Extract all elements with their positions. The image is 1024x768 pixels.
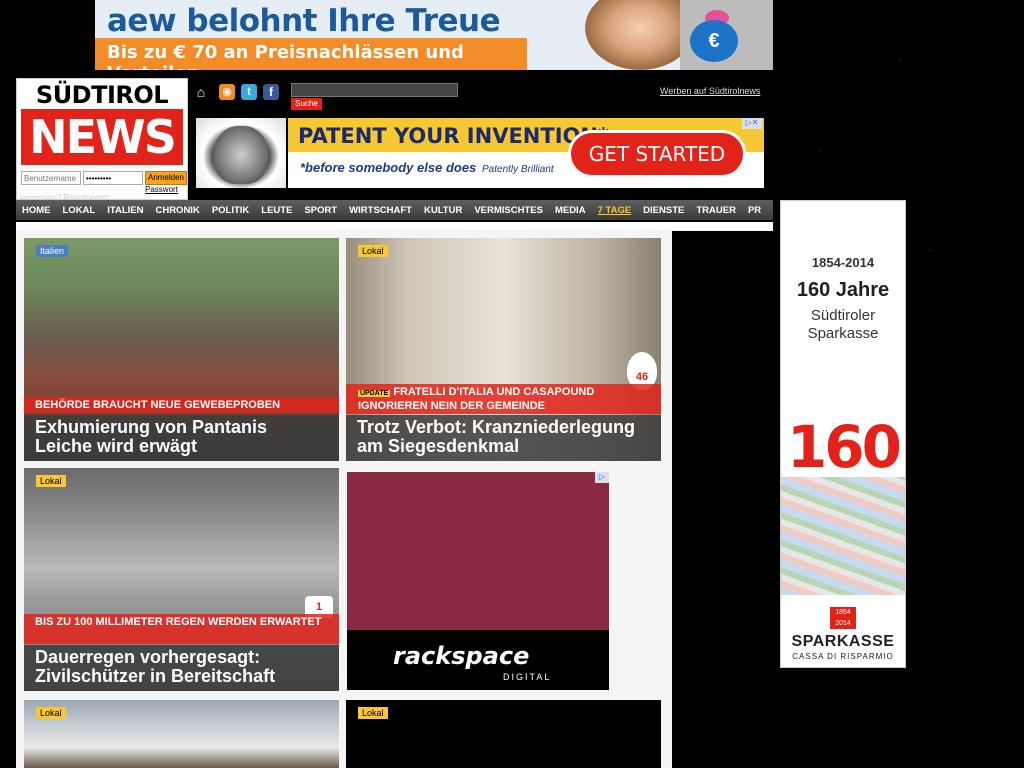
sparkasse-name-line2: Sparkasse [807,325,879,342]
nav-item-dienste[interactable]: DIENSTE [637,205,690,216]
piggy-bank-icon: € [690,20,738,62]
password-forgot-link[interactable]: Passwort [145,185,178,194]
nav-item-kultur[interactable]: KULTUR [418,205,468,216]
nav-item-leute[interactable]: LEUTE [255,205,298,216]
logo-suedtirol[interactable]: SÜDTIROL [17,79,187,109]
sparkasse-logo-sub: CASSA DI RISPARMIO [792,652,894,661]
article-headline[interactable]: Trotz Verbot: Kranzniederlegung am Siege… [346,415,661,461]
nav-item-sport[interactable]: SPORT [298,205,343,216]
site-logo-box: SÜDTIROL NEWS Anmelden Passwort [16,78,188,200]
patent-ad[interactable]: PATENT YOUR INVENTION* *before somebody … [288,118,764,188]
article-headline[interactable]: Exhumierung von Pantanis Leiche wird erw… [24,415,339,461]
content-top-strip [16,222,773,230]
nav-item-home[interactable]: HOME [16,205,57,216]
article-card-5[interactable]: Lokal [346,700,661,768]
home-icon[interactable]: ⌂ [193,84,209,100]
sparkasse-jubilee: 160 Jahre [796,279,890,301]
sidebar-empty [672,231,773,768]
patent-ad-headline: PATENT YOUR INVENTION* [298,124,609,148]
nav-item-wirtschaft[interactable]: WIRTSCHAFT [343,205,418,216]
article-subtitle: UPDATE FRATELLI D'ITALIA UND CASAPOUND IG… [346,384,661,414]
nav-item-trauer[interactable]: TRAUER [690,205,742,216]
adchoices-icon[interactable]: ▷✕ [742,118,762,129]
facebook-icon[interactable]: f [263,84,279,100]
nav-item-italien[interactable]: ITALIEN [101,205,149,216]
banner-subline: Bis zu € 70 an Preisnachlässen und Vorte… [95,38,527,70]
username-input[interactable] [21,171,81,185]
article-card-pantani[interactable]: Italien BEHÖRDE BRAUCHT NEUE GEWEBEPROBE… [24,238,339,461]
search-button[interactable]: Suche [291,98,322,110]
article-image [24,700,339,768]
category-badge[interactable]: Lokal [36,707,66,719]
patent-ad-brand: Patently Brilliant [482,164,554,175]
banner-headline: aew belohnt Ihre Treue [107,3,501,39]
article-subtitle: BIS ZU 100 MILLIMETER REGEN WERDEN ERWAR… [24,614,339,644]
sparkasse-logo: SPARKASSE [791,633,895,650]
nav-item-media[interactable]: MEDIA [549,205,592,216]
logo-news[interactable]: NEWS [21,109,183,165]
sparkasse-big-number: 160 [786,413,902,481]
search-input[interactable] [291,83,458,97]
sparkasse-ad[interactable]: 1854-2014 160 Jahre Südtiroler Sparkasse… [780,200,906,668]
nav-item-lokal[interactable]: LOKAL [57,205,102,216]
nav-item-vermischtes[interactable]: VERMISCHTES [468,205,549,216]
password-input[interactable] [83,171,143,185]
nav-item-politik[interactable]: POLITIK [206,205,255,216]
advertise-link[interactable]: Werben auf Südtirolnews [660,86,760,96]
rackspace-logo: rackspace [393,642,530,670]
sparkasse-badge: 1854 2014 160 [830,607,856,638]
article-subtitle: BEHÖRDE BRAUCHT NEUE GEWEBEPROBEN [24,397,339,413]
article-card-siegesdenkmal[interactable]: Lokal 46 UPDATE FRATELLI D'ITALIA UND CAS… [346,238,661,461]
update-badge: UPDATE [358,390,391,397]
rackspace-ad[interactable]: ▷ rackspace DIGITAL [347,472,609,690]
category-badge[interactable]: Italien [36,245,69,257]
sparkasse-years: 1854-2014 [811,255,875,270]
nav-item-pr[interactable]: PR [742,205,767,216]
patent-ad-tagline: *before somebody else does [300,160,477,175]
article-headline[interactable]: Dauerregen vorhergesagt: Zivilschützer i… [24,645,339,691]
einstein-ad-image[interactable] [196,118,286,188]
article-card-dauerregen[interactable]: Lokal 1 BIS ZU 100 MILLIMETER REGEN WERD… [24,468,339,691]
rackspace-digital: DIGITAL [503,672,552,682]
category-badge[interactable]: Lokal [358,707,388,719]
adchoices-icon[interactable]: ▷ [595,472,609,483]
main-nav: HOME LOKAL ITALIEN CHRONIK POLITIK LEUTE SPORT… [16,200,773,220]
nav-item-7-tage[interactable]: 7 TAGE [592,205,638,216]
category-badge[interactable]: Lokal [36,475,66,487]
article-card-4[interactable]: Lokal [24,700,339,768]
login-button[interactable]: Anmelden [145,171,187,185]
twitter-icon[interactable]: t [241,84,257,100]
sparkasse-name-line1: Südtiroler [810,307,876,324]
category-badge[interactable]: Lokal [358,245,388,257]
sparkasse-stamps-image [781,477,905,595]
banner-woman-image [585,0,695,70]
nav-item-chronik[interactable]: CHRONIK [149,205,205,216]
top-ad-banner[interactable]: aew belohnt Ihre Treue Bis zu € 70 an Pr… [95,0,773,70]
rss-icon[interactable]: ◉ [219,84,235,100]
get-started-button[interactable]: GET STARTED HERE [568,130,746,188]
